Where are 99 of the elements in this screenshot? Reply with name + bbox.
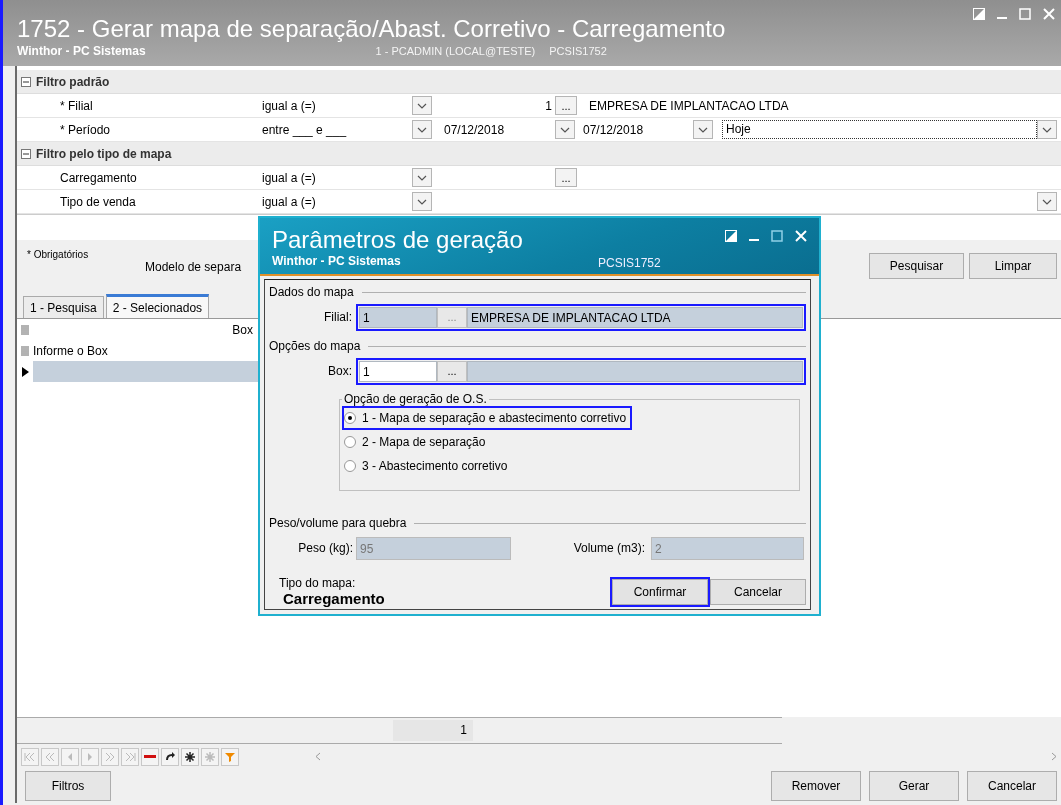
dropdown-button[interactable] (1037, 120, 1057, 139)
radio-button[interactable] (344, 412, 356, 424)
map-type-value: Carregamento (282, 590, 385, 607)
row-indicator-icon (21, 345, 29, 356)
radio-label: 2 - Mapa de separação (362, 435, 486, 449)
star-button[interactable] (181, 747, 199, 766)
filial-name-field: EMPRESA DE IMPLANTACAO LTDA (467, 306, 803, 328)
lookup-button[interactable]: ... (555, 168, 577, 187)
tab[interactable]: 1 - Pesquisa (23, 296, 104, 318)
condition-text: igual a (=) (262, 194, 317, 209)
collapse-icon (21, 76, 31, 87)
chevron-down-icon (698, 126, 708, 133)
radio-option[interactable]: 2 - Mapa de separação (342, 430, 492, 454)
action-button[interactable]: Limpar (969, 253, 1057, 279)
condition-text: igual a (=) (262, 98, 317, 113)
session-info: 1 - PCADMIN (LOCAL@TESTE) (375, 45, 536, 57)
program-code: PCSIS1752 (598, 256, 661, 270)
field-label: Peso (kg): (297, 541, 354, 555)
model-label: Modelo de separa (145, 260, 242, 274)
dialog-button[interactable]: Confirmar (612, 579, 708, 605)
row-indicator-icon (21, 324, 29, 335)
window-title: 1752 - Gerar mapa de separação/Abast. Corretivo - Carregamento (17, 14, 726, 42)
period-preset-field[interactable]: Hoje (722, 120, 1037, 139)
filter-button[interactable] (221, 747, 239, 766)
filter-label: Carregamento (59, 170, 138, 185)
tab[interactable]: 2 - Selecionados (105, 294, 210, 318)
radio-label: 3 - Abastecimento corretivo (362, 459, 508, 473)
section-title: Filtro pelo tipo de mapa (36, 146, 172, 161)
field-label: Box: (327, 364, 353, 378)
dropdown-button[interactable] (412, 96, 432, 115)
filters-button[interactable]: Filtros (25, 771, 111, 801)
restore-icon[interactable] (973, 8, 985, 20)
date-field[interactable]: 07/12/2018 (440, 122, 555, 137)
condition-text: igual a (=) (262, 170, 317, 185)
lookup-button[interactable]: ... (555, 96, 577, 115)
dropdown-button[interactable] (412, 192, 432, 211)
restore-icon[interactable] (725, 230, 737, 242)
refresh-button[interactable] (161, 747, 179, 766)
dropdown-button[interactable] (412, 168, 432, 187)
filter-section-header[interactable]: Filtro pelo tipo de mapa (17, 142, 1061, 166)
map-type-label: Tipo do mapa: (278, 576, 357, 590)
filter-value: 1 (544, 98, 553, 113)
date-field[interactable]: 07/12/2018 (583, 122, 693, 137)
footer-button[interactable]: Gerar (869, 771, 959, 801)
filter-hint[interactable]: Informe o Box (33, 343, 253, 358)
group-heading: Opções do mapa (269, 339, 361, 353)
dropdown-button[interactable] (1037, 192, 1057, 211)
filter-description: EMPRESA DE IMPLANTACAO LTDA (588, 98, 790, 113)
chevron-down-icon (560, 126, 570, 133)
filter-section-header[interactable]: Filtro padrão (17, 70, 1061, 94)
field-label: Filial: (323, 310, 353, 324)
dialog-title: Parâmetros de geração (272, 225, 523, 254)
filter-label: Tipo de venda (59, 194, 137, 209)
chevron-down-icon (417, 102, 427, 109)
scroll-left-icon[interactable] (315, 752, 321, 761)
star-icon (203, 749, 217, 764)
group-heading: Dados do mapa (269, 285, 354, 299)
app-name: Winthor - PC Sistemas (17, 44, 146, 58)
required-note: * Obrigatórios (27, 249, 89, 260)
chevron-down-icon (1042, 126, 1052, 133)
radio-button[interactable] (344, 460, 356, 472)
scroll-right-icon[interactable] (1051, 752, 1057, 761)
footer-button[interactable]: Cancelar (967, 771, 1057, 801)
current-row-icon (21, 366, 29, 377)
close-icon[interactable] (1043, 8, 1055, 20)
dropdown-button[interactable] (555, 120, 575, 139)
chevron-down-icon (417, 126, 427, 133)
filter-label: * Período (59, 122, 112, 137)
app-name: Winthor - PC Sistemas (272, 254, 401, 268)
lookup-button[interactable]: ... (437, 360, 467, 382)
chevron-down-icon (1042, 198, 1052, 205)
delete-button[interactable] (141, 747, 159, 766)
action-button[interactable]: Pesquisar (869, 253, 964, 279)
chevron-down-icon (417, 198, 427, 205)
footer-button[interactable]: Remover (771, 771, 861, 801)
field-label: Volume (m3): (572, 541, 646, 555)
filial-code-field[interactable]: 1 (359, 306, 437, 328)
condition-text: entre ___ e ___ (262, 122, 348, 137)
delete-icon (144, 755, 156, 758)
chevron-down-icon (417, 174, 427, 181)
dropdown-button[interactable] (412, 120, 432, 139)
collapse-icon (21, 148, 31, 159)
box-code-field[interactable]: 1 (359, 360, 437, 382)
section-title: Filtro padrão (36, 74, 110, 89)
close-icon[interactable] (795, 230, 807, 242)
footer-cell: 1 (393, 720, 473, 741)
column-header[interactable]: Box (33, 322, 253, 337)
radio-option[interactable]: 1 - Mapa de separação e abastecimento corretivo (342, 406, 633, 430)
option-group-title: Opção de geração de O.S. (343, 392, 488, 406)
star-icon (183, 749, 197, 764)
radio-button[interactable] (344, 436, 356, 448)
radio-label: 1 - Mapa de separação e abastecimento corretivo (362, 411, 627, 425)
group-heading: Peso/volume para quebra (269, 516, 407, 530)
radio-option[interactable]: 3 - Abastecimento corretivo (342, 454, 514, 478)
dropdown-button[interactable] (693, 120, 713, 139)
maximize-icon[interactable] (771, 230, 783, 242)
filter-label: * Filial (59, 98, 94, 113)
program-code: PCSIS1752 (549, 45, 607, 57)
dialog-button[interactable]: Cancelar (710, 579, 806, 605)
